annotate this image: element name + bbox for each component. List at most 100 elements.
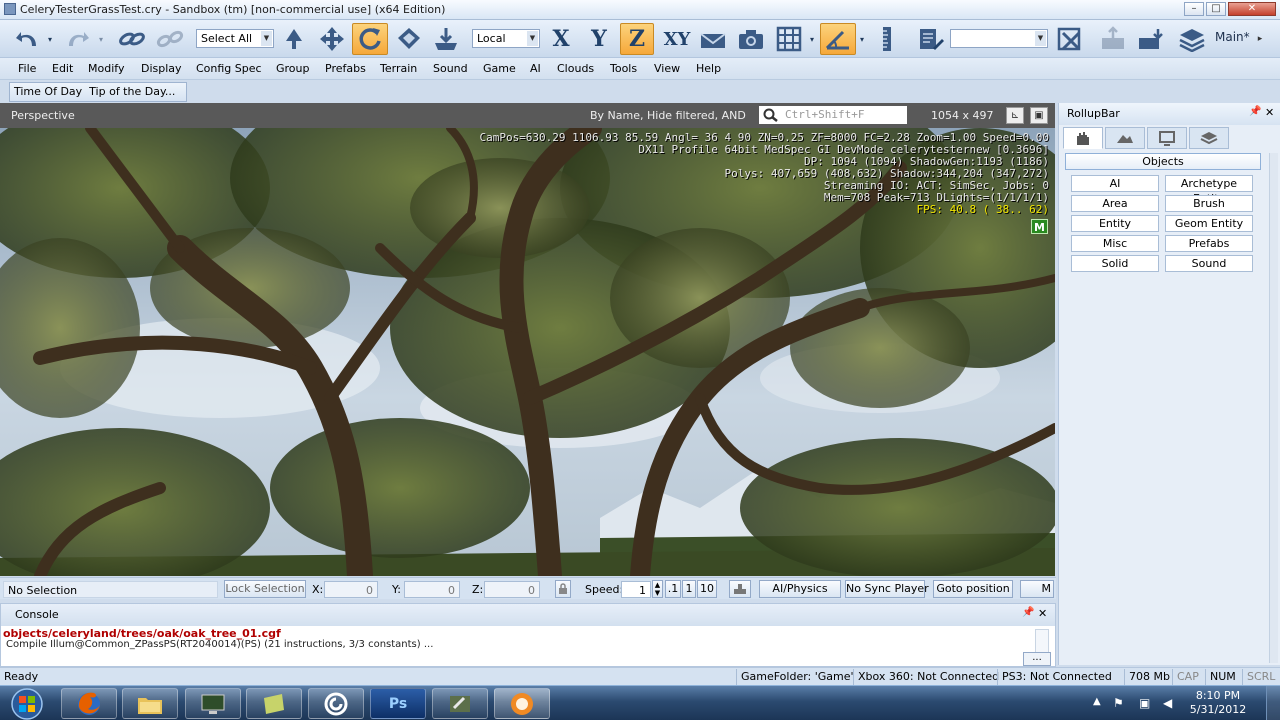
unlink-button[interactable] <box>155 23 185 55</box>
object-ai-button[interactable]: AI <box>1071 175 1159 192</box>
redo-button[interactable] <box>63 23 93 55</box>
select-tool-button[interactable] <box>281 23 307 55</box>
taskbar-photoshop[interactable]: Ps <box>370 688 426 719</box>
menu-ai[interactable]: AI <box>530 62 541 75</box>
taskbar-sandbox[interactable] <box>494 688 550 719</box>
lock-selection-button[interactable]: Lock Selection <box>224 580 306 598</box>
terrain-snap-button[interactable] <box>698 23 728 55</box>
console-more-button[interactable]: ... <box>1023 652 1051 666</box>
close-button[interactable]: ✕ <box>1228 2 1276 16</box>
start-button[interactable] <box>2 687 52 720</box>
menu-display[interactable]: Display <box>141 62 182 75</box>
angle-snap-dropdown[interactable]: ▾ <box>857 23 867 55</box>
rotate-tool-button[interactable] <box>352 23 388 55</box>
tab-display[interactable] <box>1147 127 1187 149</box>
tab-layers[interactable] <box>1189 127 1229 149</box>
object-solid-button[interactable]: Solid <box>1071 255 1159 272</box>
tray-network-icon[interactable]: ▣ <box>1139 696 1150 710</box>
axis-xy-button[interactable]: XY <box>660 23 694 55</box>
menu-terrain[interactable]: Terrain <box>380 62 417 75</box>
menu-tools[interactable]: Tools <box>610 62 637 75</box>
show-desktop-button[interactable] <box>1266 686 1280 720</box>
select-combo[interactable]: Select All ▼ <box>196 29 274 48</box>
ruler-button[interactable] <box>876 23 898 55</box>
scale-tool-button[interactable] <box>393 23 425 55</box>
menu-edit[interactable]: Edit <box>52 62 73 75</box>
menu-prefabs[interactable]: Prefabs <box>325 62 366 75</box>
rollup-close-icon[interactable]: ✕ <box>1265 106 1274 119</box>
object-area-button[interactable]: Area <box>1071 195 1159 212</box>
no-sync-player-button[interactable]: No Sync Player <box>845 580 929 598</box>
tray-flag-icon[interactable]: ⚑ <box>1113 696 1124 710</box>
menu-modify[interactable]: Modify <box>88 62 124 75</box>
taskbar-app-tool[interactable] <box>432 688 488 719</box>
speed-preset-1[interactable]: 1 <box>682 580 696 598</box>
object-prefabs-button[interactable]: Prefabs <box>1165 235 1253 252</box>
grid-button[interactable] <box>774 23 804 55</box>
redo-dropdown[interactable]: ▾ <box>95 23 107 55</box>
taskbar-app-terminal[interactable] <box>185 688 241 719</box>
search-combo[interactable]: ▼ <box>950 29 1048 48</box>
rollup-scrollbar[interactable] <box>1269 153 1278 663</box>
object-archetype-entity-button[interactable]: Archetype Entity <box>1165 175 1253 205</box>
tab-terrain[interactable] <box>1105 127 1145 149</box>
pin-icon[interactable]: 📌 <box>1022 607 1034 618</box>
taskbar-explorer[interactable] <box>122 688 178 719</box>
axis-y-button[interactable]: Y <box>585 23 613 55</box>
import-button[interactable] <box>1134 23 1168 55</box>
menu-sound[interactable]: Sound <box>433 62 468 75</box>
terrain-collision-button[interactable] <box>729 580 751 598</box>
menu-clouds[interactable]: Clouds <box>557 62 594 75</box>
camera-button[interactable] <box>735 23 767 55</box>
menu-game[interactable]: Game <box>483 62 516 75</box>
goto-position-button[interactable]: Goto position <box>933 580 1013 598</box>
layers-button[interactable] <box>1176 23 1208 55</box>
grid-dropdown[interactable]: ▾ <box>807 23 817 55</box>
tip-of-the-day-button[interactable]: Tip of the Day... <box>89 85 175 98</box>
drop-to-ground-button[interactable] <box>430 23 462 55</box>
console-close-icon[interactable]: ✕ <box>1038 607 1047 620</box>
speed-preset-0-1[interactable]: .1 <box>665 580 681 598</box>
perspective-viewport[interactable]: CamPos=630.29 1106.93 85.59 Angl= 36 4 9… <box>0 128 1055 576</box>
y-position-input[interactable]: 0 <box>404 581 460 598</box>
tray-expand-icon[interactable]: ▲ <box>1093 696 1101 707</box>
x-position-input[interactable]: 0 <box>324 581 378 598</box>
axis-z-button[interactable]: Z <box>620 23 654 55</box>
menu-file[interactable]: File <box>18 62 36 75</box>
tray-volume-icon[interactable]: ◀ <box>1163 696 1172 710</box>
menu-config-spec[interactable]: Config Spec <box>196 62 262 75</box>
speed-preset-10[interactable]: 10 <box>697 580 717 598</box>
objects-header[interactable]: Objects <box>1065 153 1261 170</box>
link-button[interactable] <box>117 23 147 55</box>
tray-clock[interactable]: 8:10 PM 5/31/2012 <box>1187 689 1249 717</box>
angle-snap-button[interactable] <box>820 23 856 55</box>
viewport-maximize-button[interactable]: ⊾ <box>1006 107 1024 124</box>
delete-button[interactable] <box>1054 23 1086 55</box>
object-misc-button[interactable]: Misc <box>1071 235 1159 252</box>
object-entity-button[interactable]: Entity <box>1071 215 1159 232</box>
z-position-input[interactable]: 0 <box>484 581 540 598</box>
taskbar-firefox[interactable] <box>61 688 117 719</box>
menu-group[interactable]: Group <box>276 62 310 75</box>
speed-spinner[interactable]: ▲ ▼ <box>652 580 663 598</box>
taskbar-app-notes[interactable] <box>246 688 302 719</box>
edit-tool-button[interactable] <box>915 23 947 55</box>
undo-button[interactable] <box>12 23 42 55</box>
time-of-day-button[interactable]: Time Of Day <box>14 85 82 98</box>
tab-objects[interactable] <box>1063 127 1103 149</box>
viewport-search-input[interactable]: Ctrl+Shift+F <box>759 106 907 124</box>
viewport-options-button[interactable]: ▣ <box>1030 107 1048 124</box>
undo-dropdown[interactable]: ▾ <box>44 23 56 55</box>
rollup-pin-icon[interactable]: 📌 <box>1249 106 1261 117</box>
minimize-button[interactable]: – <box>1184 2 1204 16</box>
toolbar-overflow-button[interactable]: ▸ <box>1254 23 1266 55</box>
lock-position-button[interactable] <box>555 580 571 598</box>
speed-input[interactable]: 1 <box>621 581 651 598</box>
object-brush-button[interactable]: Brush <box>1165 195 1253 212</box>
axis-x-button[interactable]: X <box>547 23 575 55</box>
move-tool-button[interactable] <box>317 23 347 55</box>
viewport-name[interactable]: Perspective <box>11 109 75 122</box>
coordinate-system-combo[interactable]: Local ▼ <box>472 29 540 48</box>
menu-help[interactable]: Help <box>696 62 721 75</box>
menu-view[interactable]: View <box>654 62 680 75</box>
